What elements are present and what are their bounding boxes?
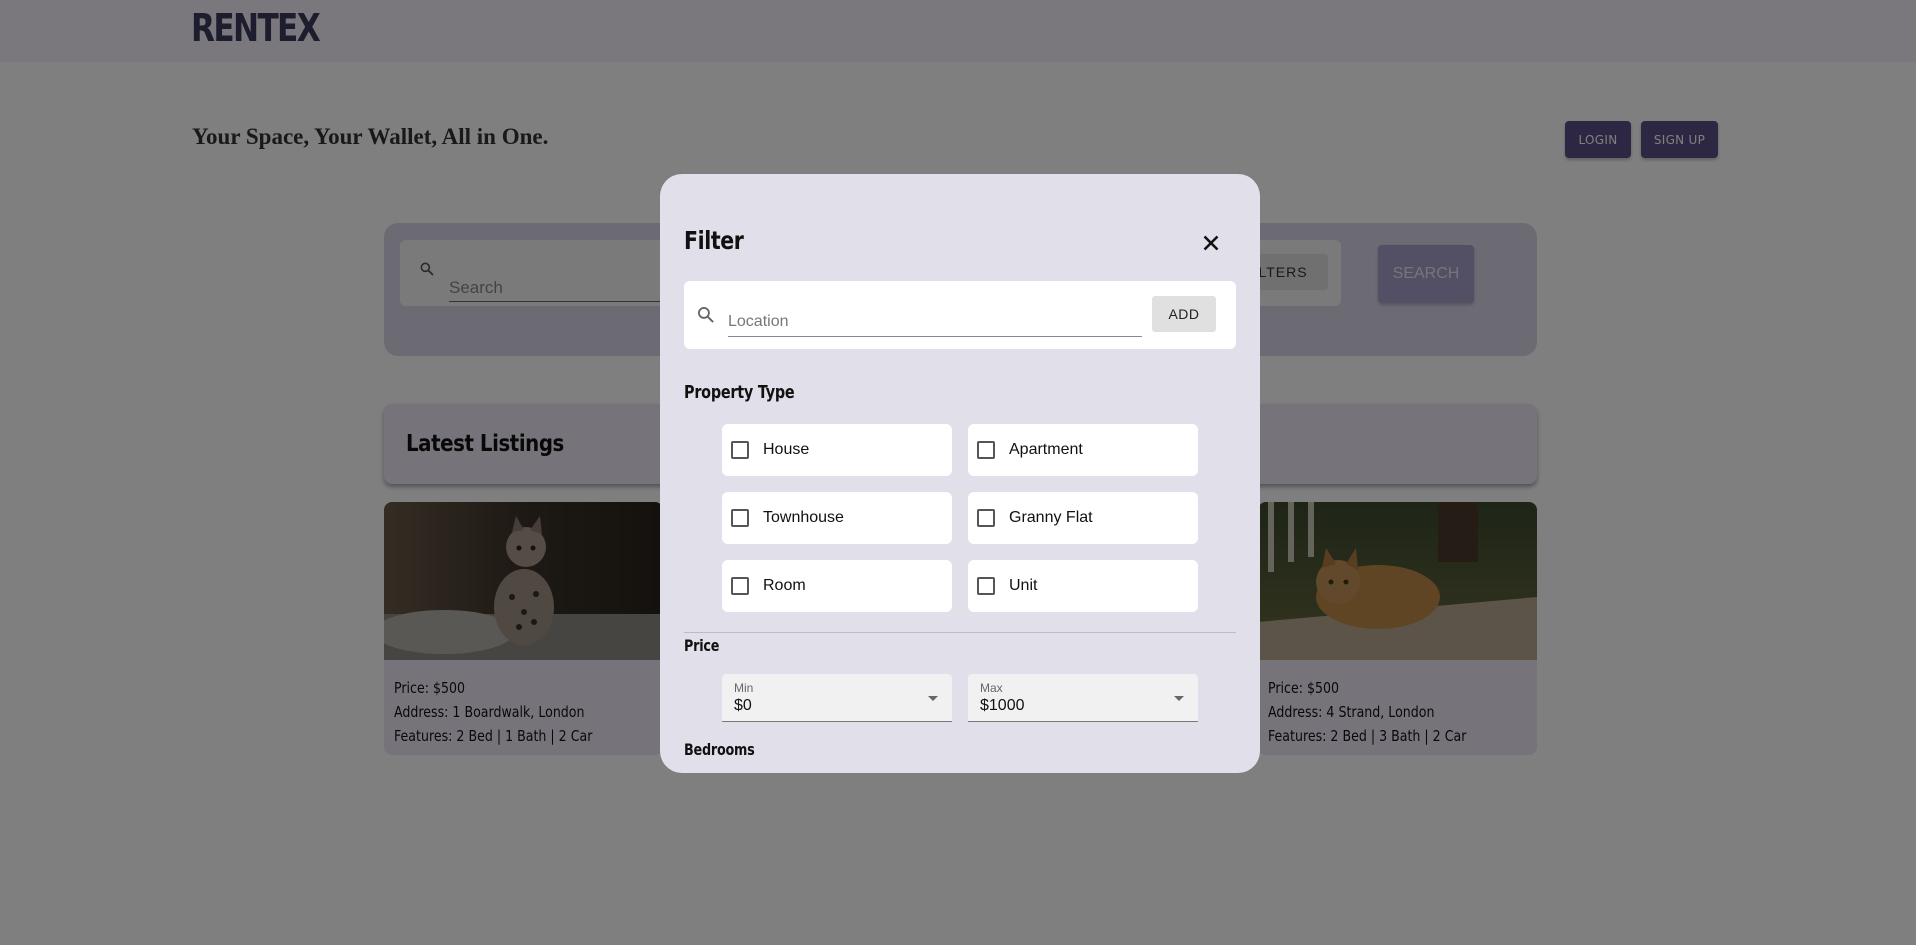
checkbox-label: Granny Flat	[1009, 509, 1093, 526]
section-divider	[684, 632, 1236, 633]
search-icon	[698, 307, 714, 323]
modal-title: Filter	[684, 226, 744, 255]
min-price-caption: Min	[734, 681, 754, 695]
property-type-unit[interactable]: Unit	[968, 560, 1198, 612]
dropdown-arrow-icon	[928, 696, 938, 701]
checkbox-label: Townhouse	[763, 509, 844, 526]
max-price-value: $1000	[980, 697, 1025, 714]
property-type-apartment[interactable]: Apartment	[968, 424, 1198, 476]
property-type-townhouse[interactable]: Townhouse	[722, 492, 952, 544]
property-type-house[interactable]: House	[722, 424, 952, 476]
location-input[interactable]	[728, 309, 1142, 337]
price-heading: Price	[684, 636, 720, 655]
close-icon[interactable]	[1198, 230, 1224, 256]
property-type-granny-flat[interactable]: Granny Flat	[968, 492, 1198, 544]
bedrooms-heading: Bedrooms	[684, 740, 755, 759]
max-price-caption: Max	[980, 681, 1003, 695]
checkbox[interactable]	[731, 509, 749, 527]
add-location-button[interactable]: ADD	[1152, 296, 1216, 332]
checkbox[interactable]	[977, 577, 995, 595]
min-price-value: $0	[734, 697, 752, 714]
property-type-heading: Property Type	[684, 382, 795, 403]
checkbox-label: Unit	[1009, 577, 1038, 594]
checkbox-label: Apartment	[1009, 441, 1083, 458]
max-price-select[interactable]: Max $1000	[968, 674, 1198, 722]
checkbox-label: House	[763, 441, 810, 458]
location-search-panel: ADD	[684, 281, 1236, 349]
checkbox[interactable]	[731, 577, 749, 595]
filter-modal: Filter ADD Property Type House Apartment…	[660, 174, 1260, 773]
checkbox-label: Room	[763, 577, 806, 594]
dropdown-arrow-icon	[1174, 696, 1184, 701]
property-type-room[interactable]: Room	[722, 560, 952, 612]
min-price-select[interactable]: Min $0	[722, 674, 952, 722]
checkbox[interactable]	[977, 441, 995, 459]
checkbox[interactable]	[977, 509, 995, 527]
checkbox[interactable]	[731, 441, 749, 459]
